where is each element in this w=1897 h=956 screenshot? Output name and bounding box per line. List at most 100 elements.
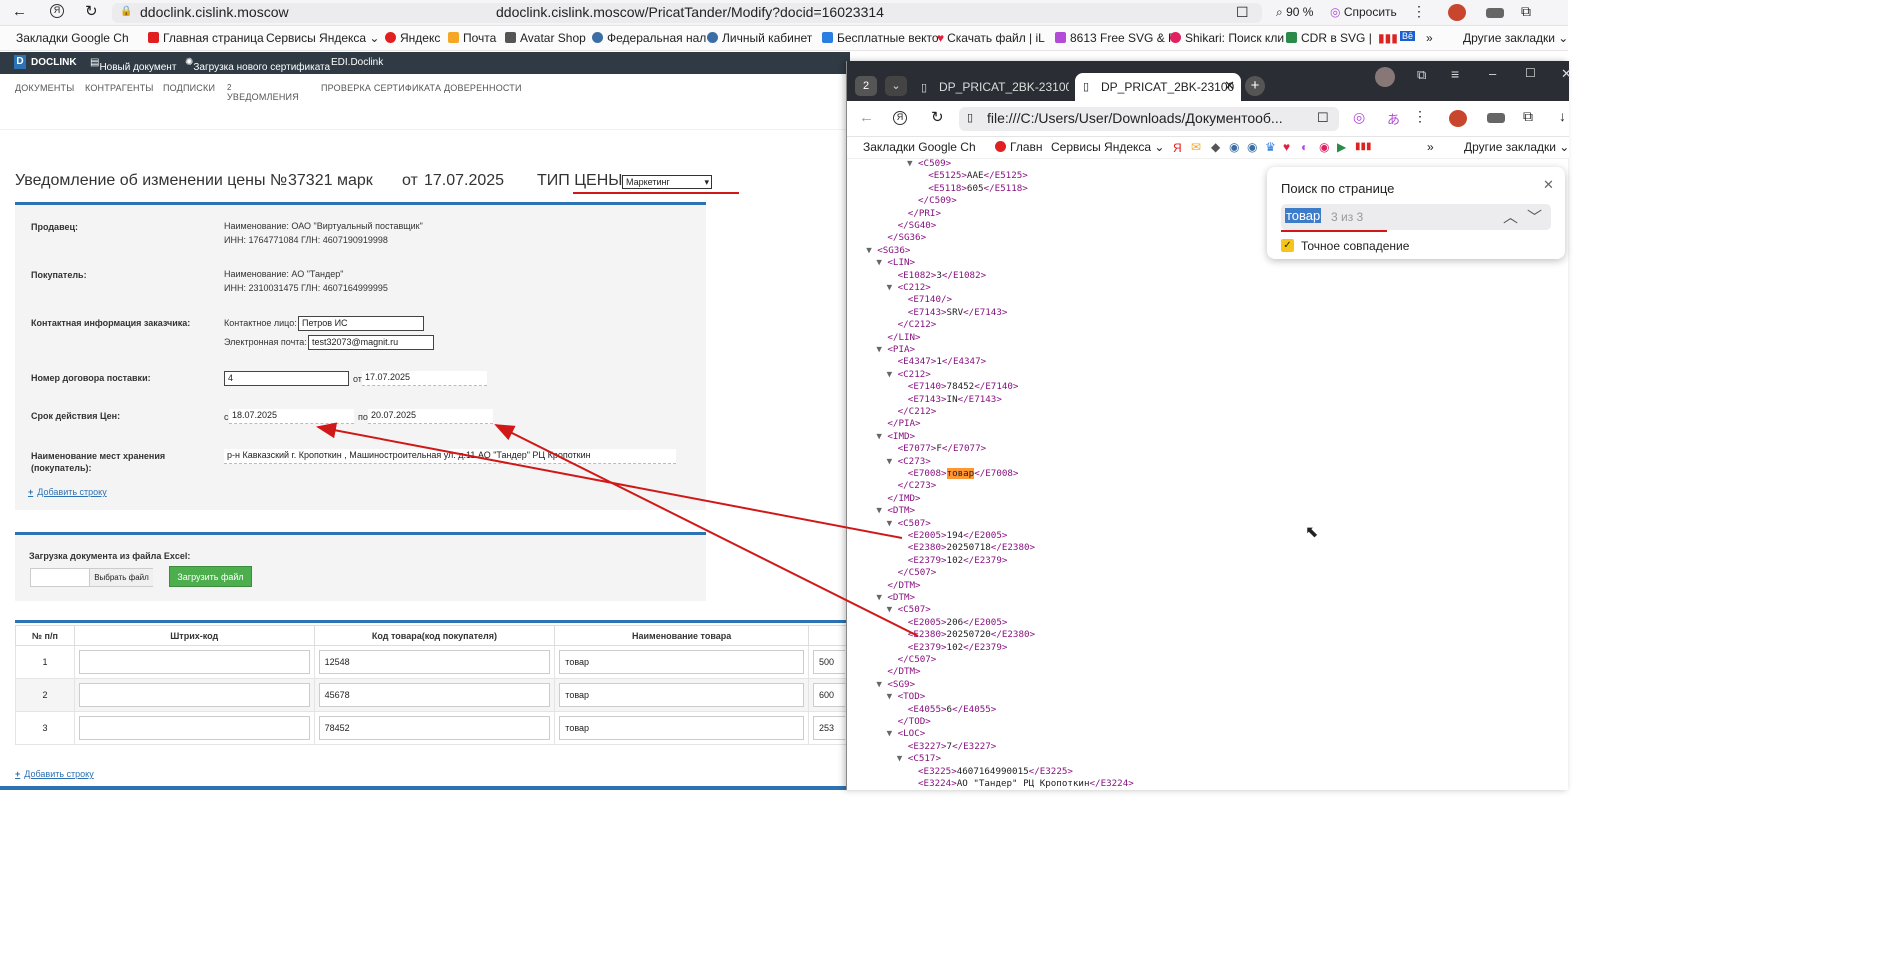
back-icon[interactable]: ←: [859, 109, 874, 126]
bookmark-icon[interactable]: ☐: [1236, 4, 1249, 21]
name-input[interactable]: товар: [559, 683, 804, 707]
choose-file-button[interactable]: Выбрать файл: [89, 569, 153, 586]
svg-icon[interactable]: ◐: [1301, 140, 1308, 154]
extension-icon[interactable]: [1449, 110, 1467, 127]
new-doc-link[interactable]: ▤ Новый документ: [90, 57, 176, 73]
contract-number-input[interactable]: 4: [224, 371, 349, 386]
menu-dots-icon[interactable]: ⋮: [1413, 108, 1427, 125]
barcode-input[interactable]: [78, 683, 310, 707]
expand-triangle-icon[interactable]: ▼: [887, 369, 893, 381]
extension-icon[interactable]: [1448, 4, 1466, 21]
bookmark-item[interactable]: Shikari: Поиск кли: [1170, 31, 1284, 45]
reload-icon[interactable]: ↻: [85, 2, 98, 20]
bookmark-item[interactable]: Почта: [448, 31, 496, 45]
bookmark-item[interactable]: ♥ Скачать файл | iL: [937, 31, 1045, 45]
expand-triangle-icon[interactable]: ▼: [876, 505, 882, 517]
menu-dots-icon[interactable]: ⋮: [1412, 3, 1426, 20]
more-bookmarks-icon[interactable]: »: [1426, 31, 1433, 45]
back-icon[interactable]: ←: [12, 3, 27, 20]
nav-contractors[interactable]: КОНТРАГЕНТЫ: [85, 83, 154, 93]
close-icon[interactable]: ✕: [1224, 78, 1235, 94]
edi-link[interactable]: EDI.Doclink: [331, 57, 383, 68]
avatar[interactable]: [1375, 67, 1395, 87]
nav-powers[interactable]: ДОВЕРЕННОСТИ: [444, 83, 522, 93]
contract-date-input[interactable]: 17.07.2025: [362, 371, 487, 386]
chevron-up-icon[interactable]: ︿: [1503, 206, 1518, 227]
expand-triangle-icon[interactable]: ▼: [887, 518, 893, 530]
tax-icon[interactable]: ◉: [1229, 140, 1239, 154]
downloads-icon[interactable]: ⧉: [1521, 3, 1531, 20]
avatar-shop-icon[interactable]: ◆: [1211, 140, 1220, 154]
minimize-icon[interactable]: –: [1489, 66, 1496, 81]
vector-icon[interactable]: ♛: [1265, 140, 1276, 154]
bookmark-item[interactable]: Другие закладки ⌄: [1463, 31, 1568, 45]
extension-icon[interactable]: [1487, 113, 1505, 123]
bookmark-item[interactable]: Федеральная нал: [592, 31, 706, 45]
heart-icon[interactable]: ♥: [1283, 140, 1290, 154]
chevron-down-icon[interactable]: ⌄: [885, 76, 907, 96]
expand-triangle-icon[interactable]: ▼: [887, 728, 893, 740]
file-input[interactable]: Выбрать файл: [30, 568, 153, 587]
code-input[interactable]: 78452: [318, 716, 551, 740]
add-table-row-link[interactable]: + Добавить строку: [15, 769, 94, 779]
nav-notifications[interactable]: УВЕДОМЛЕНИЯ 2: [227, 83, 299, 102]
menu-icon[interactable]: ≡: [1451, 66, 1459, 82]
expand-triangle-icon[interactable]: ▼: [876, 431, 882, 443]
contact-person-input[interactable]: Петров ИС: [298, 316, 424, 331]
expand-triangle-icon[interactable]: ▼: [907, 158, 913, 170]
behance-icon[interactable]: Bē: [1400, 31, 1416, 41]
bookmark-icon[interactable]: ☐: [1317, 110, 1329, 126]
validity-to-input[interactable]: 20.07.2025: [368, 409, 493, 424]
expand-triangle-icon[interactable]: ▼: [876, 592, 882, 604]
chevron-down-icon[interactable]: ﹀: [1527, 206, 1542, 227]
expand-triangle-icon[interactable]: ▼: [876, 344, 882, 356]
downloads-icon[interactable]: ↓: [1559, 108, 1566, 124]
bookmark-item[interactable]: Бесплатные векто: [822, 31, 939, 45]
validity-from-input[interactable]: 18.07.2025: [229, 409, 354, 424]
name-input[interactable]: товар: [559, 716, 804, 740]
upload-file-button[interactable]: Загрузить файл: [169, 566, 252, 587]
mail-icon[interactable]: ✉: [1191, 140, 1201, 154]
expand-triangle-icon[interactable]: ▼: [876, 257, 882, 269]
bookmark-item[interactable]: Главная страница: [148, 31, 264, 45]
price-input[interactable]: 500: [813, 650, 845, 674]
code-input[interactable]: 12548: [318, 650, 551, 674]
expand-triangle-icon[interactable]: ▼: [887, 604, 893, 616]
price-type-select[interactable]: Маркетинг ▾: [622, 175, 712, 189]
extension-icon[interactable]: [1486, 8, 1504, 18]
name-input[interactable]: товар: [559, 650, 804, 674]
expand-triangle-icon[interactable]: ▼: [876, 679, 882, 691]
expand-triangle-icon[interactable]: ▼: [887, 456, 893, 468]
ask-icon[interactable]: ◎: [1353, 109, 1365, 126]
close-icon[interactable]: ✕: [1543, 177, 1554, 193]
chart-bookmark-icon[interactable]: ▮▮▮: [1378, 31, 1398, 45]
bookmark-item[interactable]: Другие закладки ⌄: [1464, 140, 1569, 154]
bookmark-item[interactable]: 8613 Free SVG & P: [1055, 31, 1176, 45]
yandex-icon[interactable]: Я: [50, 4, 64, 18]
bookmark-item[interactable]: Личный кабинет: [707, 31, 812, 45]
bookmark-item[interactable]: Закладки Google Ch: [16, 31, 129, 45]
bookmark-item[interactable]: Avatar Shop: [505, 31, 586, 45]
bookmark-item[interactable]: Яндекс: [385, 31, 440, 45]
cert-upload-link[interactable]: ✺ Загрузка нового сертификата: [185, 57, 330, 73]
reload-icon[interactable]: ↻: [931, 108, 944, 126]
zoom-level[interactable]: ⌕ 90 %: [1276, 5, 1313, 20]
nav-documents[interactable]: ДОКУМЕНТЫ: [15, 83, 74, 93]
ask-button[interactable]: ◎ Спросить: [1330, 5, 1397, 19]
viewer-address-bar[interactable]: ▯ file:///C:/Users/User/Downloads/Докуме…: [959, 107, 1339, 131]
bookmark-item[interactable]: Сервисы Яндекса ⌄: [1051, 140, 1164, 154]
maximize-icon[interactable]: ☐: [1525, 66, 1536, 80]
bookmark-item[interactable]: CDR в SVG |: [1286, 31, 1372, 45]
new-tab-icon[interactable]: +: [1245, 76, 1265, 96]
nav-subscriptions[interactable]: ПОДПИСКИ: [163, 83, 215, 93]
nav-cert-check[interactable]: ПРОВЕРКА СЕРТИФИКАТА: [321, 83, 441, 93]
more-bookmarks-icon[interactable]: »: [1427, 140, 1434, 154]
bookmark-item[interactable]: Закладки Google Ch: [863, 140, 976, 154]
tab-1[interactable]: ▯ DP_PRICAT_2BK-2310031: [917, 75, 1069, 101]
bookmark-item[interactable]: Сервисы Яндекса ⌄: [266, 31, 379, 45]
barcode-input[interactable]: [78, 716, 310, 740]
yandex-icon[interactable]: Я: [893, 111, 907, 125]
find-input[interactable]: товар 3 из 3 ︿ ﹀: [1281, 204, 1551, 230]
shikari-icon[interactable]: ◉: [1319, 140, 1329, 154]
expand-triangle-icon[interactable]: ▼: [887, 691, 893, 703]
